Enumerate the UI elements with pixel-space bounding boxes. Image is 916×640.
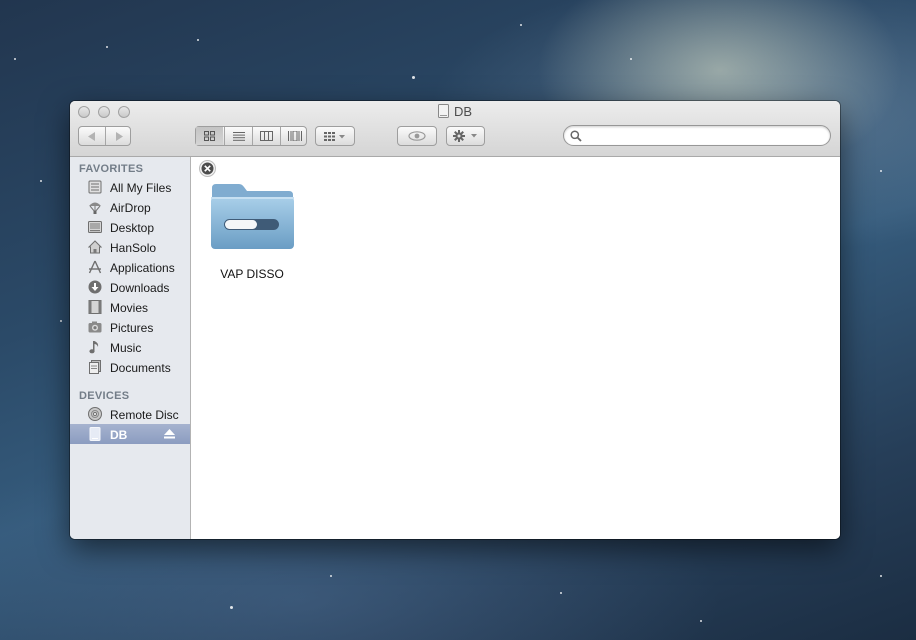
forward-arrow-icon	[116, 131, 123, 141]
downloads-icon	[88, 280, 102, 294]
movies-icon	[88, 300, 102, 314]
arrange-button[interactable]	[315, 126, 355, 146]
icon-view-button[interactable]	[196, 127, 223, 145]
column-view-icon	[260, 131, 273, 141]
sidebar-item-label: Applications	[110, 261, 175, 275]
home-icon	[88, 240, 102, 254]
window-title: DB	[453, 104, 473, 119]
airdrop-icon	[89, 202, 101, 214]
folder-name: VAP DISSO	[220, 267, 284, 281]
forward-button[interactable]	[105, 127, 132, 145]
sidebar-item-label: DB	[110, 428, 128, 442]
sidebar-item-movies[interactable]: Movies	[70, 297, 190, 317]
drive-icon	[89, 427, 101, 441]
sidebar-item-db[interactable]: DB	[70, 424, 190, 444]
back-button[interactable]	[79, 127, 105, 145]
sidebar-item-label: HanSolo	[110, 241, 157, 255]
sidebar-item-pictures[interactable]: Pictures	[70, 317, 190, 337]
sidebar-item-remote-disc[interactable]: Remote Disc	[70, 404, 190, 424]
arrange-icon	[324, 131, 345, 141]
window-toolbar: DB	[70, 101, 840, 157]
sidebar-item-label: Documents	[110, 361, 171, 375]
back-arrow-icon	[88, 131, 95, 141]
documents-icon	[89, 360, 101, 374]
sidebar-item-applications[interactable]: Applications	[70, 257, 190, 277]
sidebar-item-label: Downloads	[110, 281, 170, 295]
file-browser-content: VAP DISSO	[191, 157, 840, 539]
list-view-button[interactable]	[224, 127, 252, 145]
sidebar-item-downloads[interactable]: Downloads	[70, 277, 190, 297]
applications-icon	[88, 260, 102, 274]
search-icon	[570, 130, 582, 142]
favorites-header: FAVORITES	[79, 163, 144, 175]
remove-badge-icon[interactable]	[199, 160, 216, 177]
folder-icon	[211, 184, 294, 249]
remote-disc-icon	[88, 407, 102, 421]
sidebar-item-label: Movies	[110, 301, 149, 315]
window-title-bar: DB	[70, 104, 840, 119]
cover-flow-button[interactable]	[280, 127, 308, 145]
action-button[interactable]	[446, 126, 485, 146]
sidebar-item-label: AirDrop	[110, 201, 151, 215]
sidebar-item-label: Music	[110, 341, 142, 355]
folder-item[interactable]: VAP DISSO	[199, 160, 297, 281]
sidebar-item-all-my-files[interactable]: All My Files	[70, 177, 190, 197]
sidebar-item-music[interactable]: Music	[70, 337, 190, 357]
music-icon	[89, 341, 99, 354]
view-mode-control	[195, 126, 307, 146]
sidebar-item-airdrop[interactable]: AirDrop	[70, 197, 190, 217]
cover-flow-icon	[287, 131, 302, 141]
search-input[interactable]	[586, 127, 825, 146]
all-files-icon	[88, 180, 102, 194]
sidebar-item-label: Pictures	[110, 321, 154, 335]
eject-icon[interactable]	[164, 429, 175, 439]
sidebar-item-hansolo[interactable]: HanSolo	[70, 237, 190, 257]
list-view-icon	[232, 131, 245, 141]
finder-window: DB FAVORITES All My Files AirDrop Deskto…	[70, 101, 840, 539]
drive-icon	[437, 104, 449, 118]
sidebar-item-documents[interactable]: Documents	[70, 357, 190, 377]
sidebar: FAVORITES All My Files AirDrop Desktop H…	[70, 157, 191, 539]
sidebar-item-label: Desktop	[110, 221, 155, 235]
icon-view-icon	[204, 131, 215, 141]
devices-header: DEVICES	[79, 390, 130, 402]
desktop-icon	[88, 221, 102, 233]
sidebar-item-label: All My Files	[110, 181, 172, 195]
column-view-button[interactable]	[252, 127, 280, 145]
back-forward-control	[78, 126, 131, 146]
quick-look-button[interactable]	[397, 126, 437, 146]
eye-icon	[408, 131, 426, 141]
gear-icon	[452, 130, 477, 142]
search-field[interactable]	[563, 125, 831, 146]
sidebar-item-label: Remote Disc	[110, 408, 179, 422]
sidebar-item-desktop[interactable]: Desktop	[70, 217, 190, 237]
pictures-icon	[88, 321, 102, 333]
